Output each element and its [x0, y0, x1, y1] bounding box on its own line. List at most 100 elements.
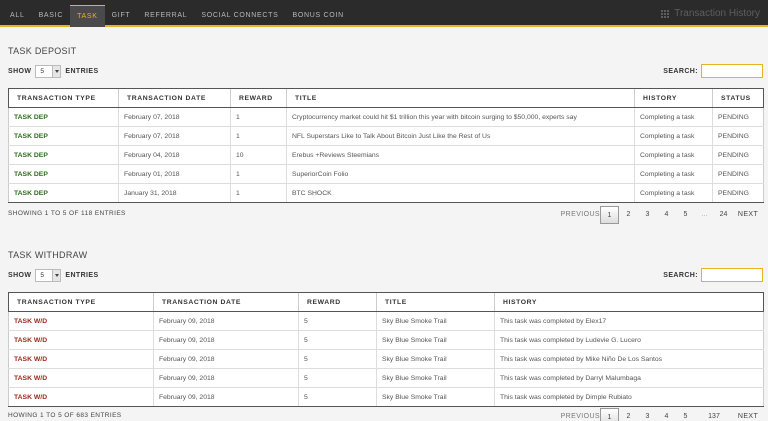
page-button[interactable]: 5: [676, 408, 695, 421]
previous-button[interactable]: PREVIOUS: [561, 408, 600, 421]
date-cell: February 04, 2018: [118, 145, 231, 165]
next-button[interactable]: NEXT: [733, 206, 763, 224]
entries-label: ENTRIES: [65, 67, 99, 75]
tab-gift[interactable]: GIFT: [105, 5, 138, 27]
reward-cell: 5: [298, 387, 377, 407]
tab-bonus-coin[interactable]: BONUS COIN: [286, 5, 351, 27]
title-cell: Sky Blue Smoke Trail: [376, 349, 495, 369]
chevron-down-icon: [52, 269, 61, 281]
tab-referral[interactable]: REFERRAL: [137, 5, 194, 27]
type-cell: TASK DEP: [8, 145, 119, 165]
table-row: TASK DEP February 07, 2018 1 NFL Superst…: [8, 126, 764, 146]
column-header[interactable]: TRANSACTION TYPE: [8, 292, 154, 312]
type-cell: TASK W/D: [8, 349, 154, 369]
search-box: SEARCH:: [663, 63, 763, 79]
column-header[interactable]: HISTORY: [634, 88, 713, 108]
page-button[interactable]: 137: [695, 408, 733, 421]
column-header[interactable]: TRANSACTION DATE: [118, 88, 231, 108]
page-button[interactable]: 3: [638, 206, 657, 224]
search-input[interactable]: [701, 268, 763, 282]
history-cell: This task was completed by Ludevie G. Lu…: [494, 330, 764, 350]
date-cell: February 01, 2018: [118, 164, 231, 184]
status-cell: PENDING: [712, 164, 764, 184]
page-button[interactable]: 2: [619, 206, 638, 224]
title-cell: Sky Blue Smoke Trail: [376, 387, 495, 407]
search-label: SEARCH:: [663, 67, 698, 75]
search-label: SEARCH:: [663, 271, 698, 279]
table-header-row: TRANSACTION TYPE TRANSACTION DATE REWARD…: [8, 292, 764, 312]
column-header[interactable]: TITLE: [286, 88, 635, 108]
column-header[interactable]: TITLE: [376, 292, 495, 312]
table-row: TASK W/D February 09, 2018 5 Sky Blue Sm…: [8, 368, 764, 388]
date-cell: February 09, 2018: [153, 349, 299, 369]
date-cell: February 09, 2018: [153, 387, 299, 407]
entries-select[interactable]: 5: [35, 64, 62, 78]
tab-task[interactable]: TASK: [70, 5, 105, 27]
history-cell: This task was completed by Elex17: [494, 311, 764, 331]
table-header-row: TRANSACTION TYPE TRANSACTION DATE REWARD…: [8, 88, 764, 108]
task-withdraw-section: TASK WITHDRAW SHOW 5 ENTRIES SEARCH: TRA…: [8, 249, 764, 421]
page-button[interactable]: 4: [657, 206, 676, 224]
search-box: SEARCH:: [663, 267, 763, 283]
page-button[interactable]: 4: [657, 408, 676, 421]
entries-info: SHOWING 1 TO 5 OF 118 ENTRIES: [8, 210, 126, 217]
title-cell: Cryptocurrency market could hit $1 trill…: [286, 107, 635, 127]
history-cell: This task was completed by Mike Niño De …: [494, 349, 764, 369]
page-button[interactable]: 5: [676, 206, 695, 224]
pagination: PREVIOUS 1 2 3 4 5 … 24 NEXT: [561, 206, 763, 224]
history-cell: Completing a task: [634, 126, 713, 146]
page-button[interactable]: 1: [600, 408, 619, 421]
search-input[interactable]: [701, 64, 763, 78]
entries-length: SHOW 5 ENTRIES: [8, 63, 99, 79]
title-cell: Sky Blue Smoke Trail: [376, 330, 495, 350]
column-header[interactable]: HISTORY: [494, 292, 764, 312]
entries-select[interactable]: 5: [35, 268, 62, 282]
date-cell: February 09, 2018: [153, 368, 299, 388]
previous-button[interactable]: PREVIOUS: [561, 206, 600, 224]
type-cell: TASK DEP: [8, 183, 119, 203]
column-header[interactable]: TRANSACTION TYPE: [8, 88, 119, 108]
date-cell: February 09, 2018: [153, 330, 299, 350]
type-cell: TASK W/D: [8, 330, 154, 350]
page-button[interactable]: 3: [638, 408, 657, 421]
deposit-table: TRANSACTION TYPE TRANSACTION DATE REWARD…: [8, 88, 764, 203]
history-cell: Completing a task: [634, 145, 713, 165]
tab-all[interactable]: ALL: [3, 5, 32, 27]
pagination: PREVIOUS 1 2 3 4 5 137 NEXT: [561, 408, 763, 421]
title-cell: NFL Superstars Like to Talk About Bitcoi…: [286, 126, 635, 146]
transaction-history-link[interactable]: Transaction History: [661, 6, 760, 22]
title-cell: Sky Blue Smoke Trail: [376, 368, 495, 388]
date-cell: January 31, 2018: [118, 183, 231, 203]
show-label: SHOW: [8, 67, 32, 75]
next-button[interactable]: NEXT: [733, 408, 763, 421]
type-cell: TASK W/D: [8, 368, 154, 388]
column-header[interactable]: STATUS: [712, 88, 764, 108]
column-header[interactable]: TRANSACTION DATE: [153, 292, 299, 312]
tab-basic[interactable]: BASIC: [32, 5, 71, 27]
page-button[interactable]: 1: [600, 206, 619, 224]
page-button[interactable]: 24: [714, 206, 733, 224]
tab-social-connects[interactable]: SOCIAL CONNECTS: [194, 5, 285, 27]
transaction-history-label: Transaction History: [674, 8, 760, 19]
title-cell: SuperiorCoin Folio: [286, 164, 635, 184]
reward-cell: 1: [230, 164, 287, 184]
section-title: TASK DEPOSIT: [8, 46, 77, 56]
page-button[interactable]: 2: [619, 408, 638, 421]
column-header[interactable]: REWARD: [298, 292, 377, 312]
title-cell: BTC SHOCK: [286, 183, 635, 203]
show-label: SHOW: [8, 271, 32, 279]
table-row: TASK DEP February 04, 2018 10 Erebus +Re…: [8, 145, 764, 165]
table-row: TASK W/D February 09, 2018 5 Sky Blue Sm…: [8, 311, 764, 331]
history-cell: Completing a task: [634, 107, 713, 127]
pagination-ellipsis: …: [701, 211, 708, 218]
table-row: TASK W/D February 09, 2018 5 Sky Blue Sm…: [8, 330, 764, 350]
top-nav: ALL BASIC TASK GIFT REFERRAL SOCIAL CONN…: [0, 0, 768, 27]
date-cell: February 07, 2018: [118, 107, 231, 127]
table-row: TASK W/D February 09, 2018 5 Sky Blue Sm…: [8, 349, 764, 369]
tab-bar: ALL BASIC TASK GIFT REFERRAL SOCIAL CONN…: [3, 5, 351, 27]
date-cell: February 09, 2018: [153, 311, 299, 331]
table-row: TASK DEP February 07, 2018 1 Cryptocurre…: [8, 107, 764, 127]
type-cell: TASK W/D: [8, 311, 154, 331]
column-header[interactable]: REWARD: [230, 88, 287, 108]
chevron-down-icon: [52, 65, 61, 77]
